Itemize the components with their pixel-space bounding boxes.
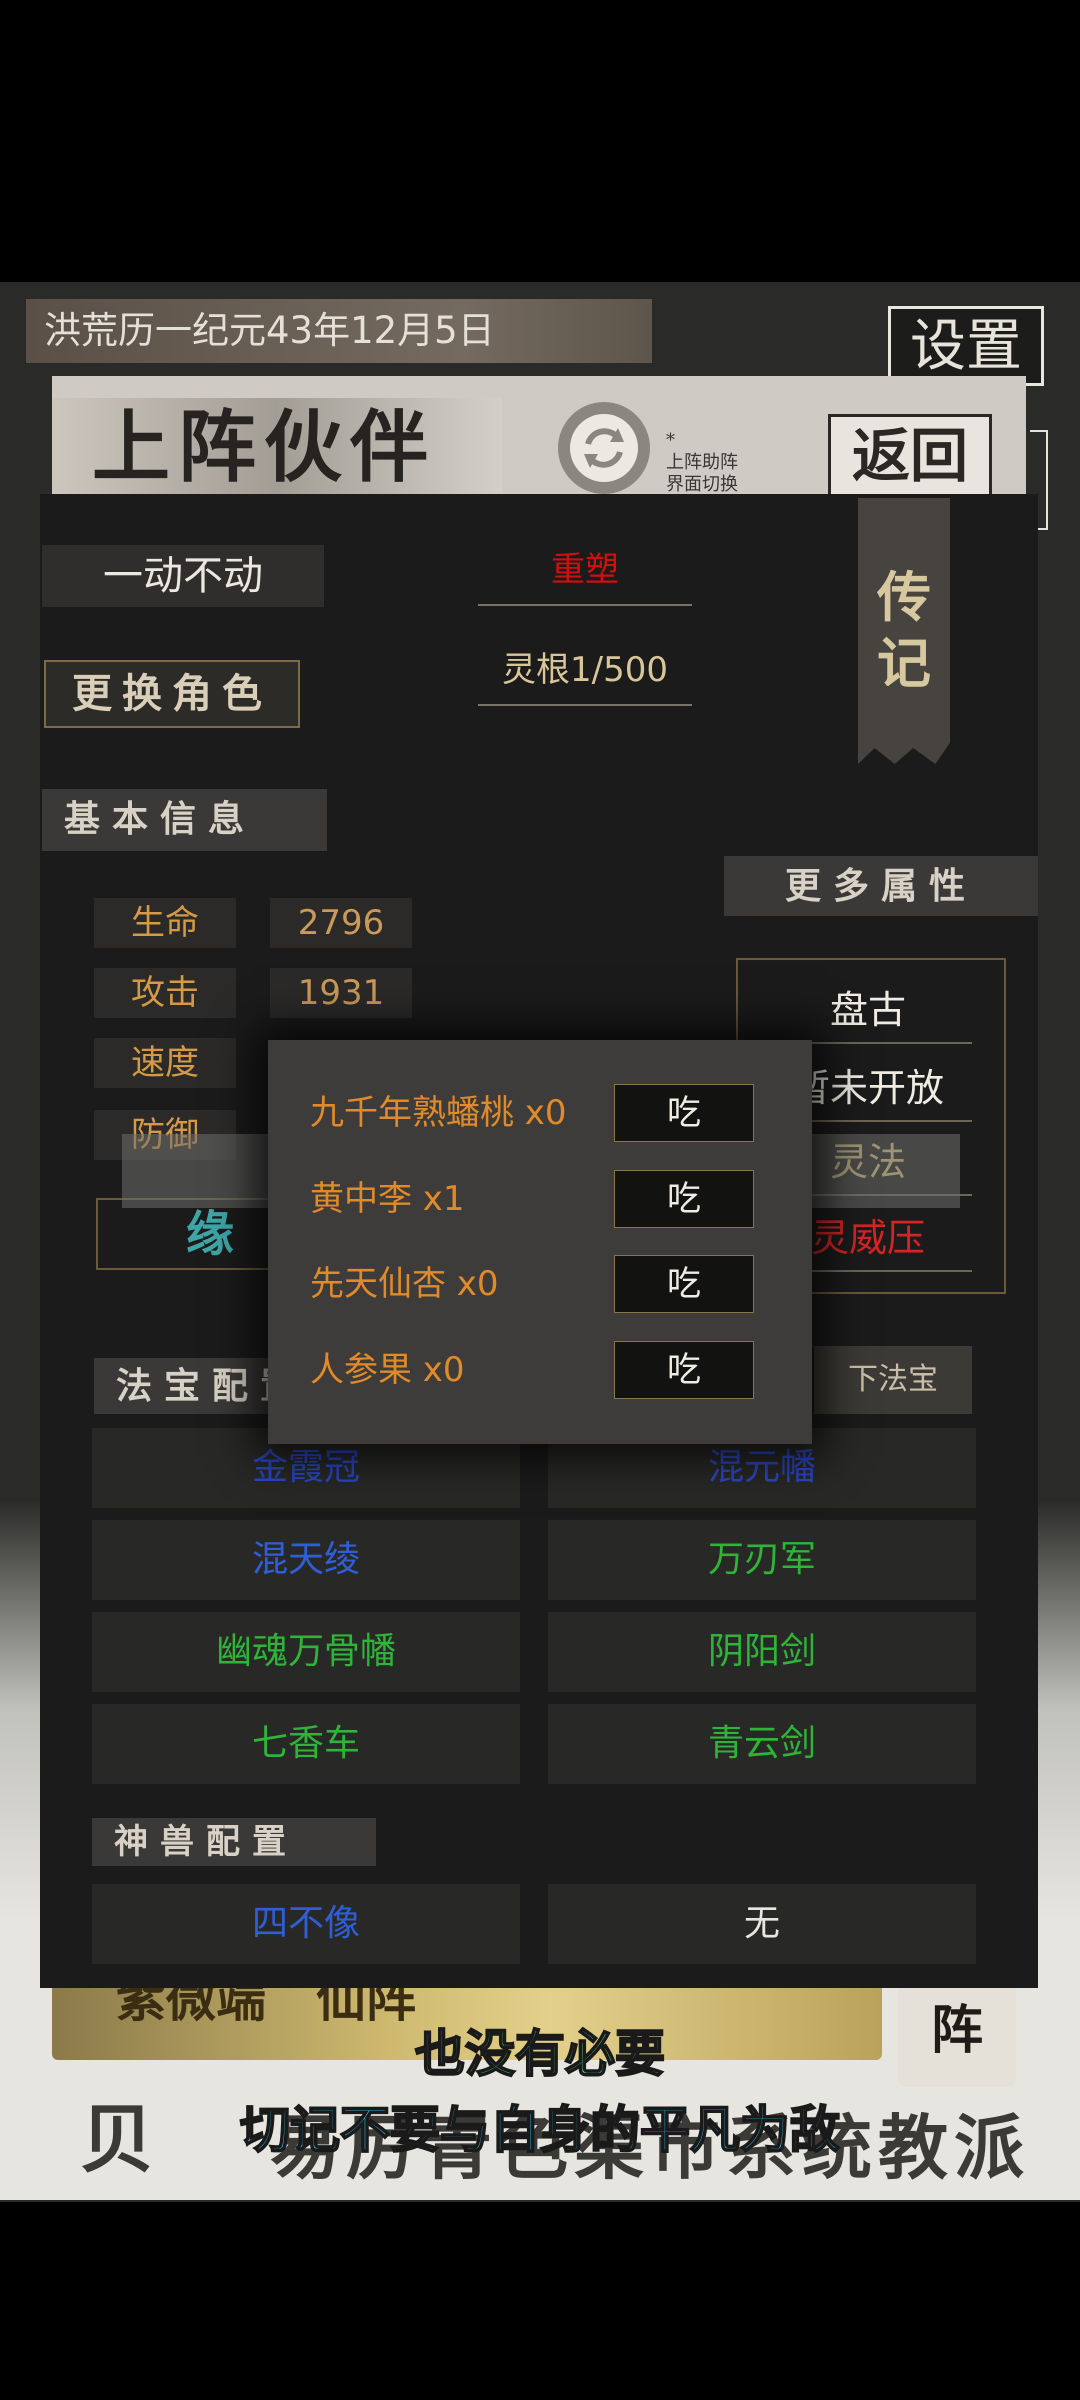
eat-button[interactable]: 吃 — [614, 1341, 754, 1399]
treasure-slot[interactable]: 七香车 — [92, 1704, 520, 1784]
treasure-name: 阴阳剑 — [707, 1631, 816, 1672]
food-item-name: 九千年熟蟠桃 x0 — [310, 1093, 567, 1133]
treasure-name: 七香车 — [251, 1723, 360, 1764]
beast-name: 无 — [743, 1903, 780, 1944]
treasure-name: 金霞冠 — [251, 1447, 360, 1488]
food-item-name: 黄中李 x1 — [310, 1179, 465, 1219]
biography-tab[interactable]: 传 记 — [858, 498, 950, 764]
calendar-date: 洪荒历一纪元43年12月5日 — [26, 299, 652, 363]
treasure-name: 青云剑 — [707, 1723, 816, 1764]
fate-button-label: 缘 — [186, 1206, 235, 1262]
stat-name-attack: 攻击 — [94, 968, 236, 1018]
spirit-root-value: 灵根1/500 — [478, 640, 692, 706]
treasure-name: 混元幡 — [707, 1447, 816, 1488]
beast-slot[interactable]: 无 — [548, 1884, 976, 1964]
back-button[interactable]: 返回 — [828, 414, 992, 498]
beast-config-header: 神兽配置 — [92, 1818, 376, 1866]
stat-name-hp: 生命 — [94, 898, 236, 948]
switch-view-button[interactable] — [558, 402, 650, 494]
beast-slot[interactable]: 四不像 — [92, 1884, 520, 1964]
settings-button[interactable]: 设置 — [888, 306, 1044, 386]
stat-name-speed: 速度 — [94, 1038, 236, 1088]
basic-info-header: 基本信息 — [42, 789, 327, 851]
reshape-button[interactable]: 重塑 — [478, 540, 692, 606]
stance-selector[interactable]: 一动不动 — [42, 545, 324, 607]
partner-panel-title: 上阵伙伴 — [52, 398, 502, 498]
beast-name: 四不像 — [251, 1903, 360, 1944]
food-item-name: 人参果 x0 — [310, 1350, 465, 1390]
stat-value-attack: 1931 — [270, 968, 412, 1018]
refresh-icon — [570, 414, 638, 482]
eat-button[interactable]: 吃 — [614, 1084, 754, 1142]
treasure-slot[interactable]: 幽魂万骨幡 — [92, 1612, 520, 1692]
food-item-name: 先天仙杏 x0 — [310, 1264, 499, 1304]
treasure-name: 万刃军 — [707, 1539, 816, 1580]
change-role-button[interactable]: 更换角色 — [44, 660, 300, 728]
eat-button[interactable]: 吃 — [614, 1255, 754, 1313]
treasure-slot[interactable]: 青云剑 — [548, 1704, 976, 1784]
subtitle-line-1: 也没有必要 — [414, 2024, 666, 2084]
treasure-name: 混天绫 — [251, 1539, 360, 1580]
treasure-name: 幽魂万骨幡 — [215, 1631, 396, 1672]
stat-value-hp: 2796 — [270, 898, 412, 948]
attribute-origin: 盘古 — [764, 978, 972, 1044]
subtitle-line-2: 切记不要与自身的平凡为敌 — [239, 2100, 841, 2160]
eat-button[interactable]: 吃 — [614, 1170, 754, 1228]
treasure-slot[interactable]: 万刃军 — [548, 1520, 976, 1600]
treasure-slot[interactable]: 阴阳剑 — [548, 1612, 976, 1692]
remove-treasure-button[interactable]: 下法宝 — [814, 1346, 972, 1414]
switch-view-hint: * 上阵助阵 界面切换 — [666, 430, 738, 495]
fate-button[interactable]: 缘 — [96, 1198, 282, 1270]
treasure-slot[interactable]: 混天绫 — [92, 1520, 520, 1600]
more-attributes-button[interactable]: 更多属性 — [724, 856, 1038, 916]
